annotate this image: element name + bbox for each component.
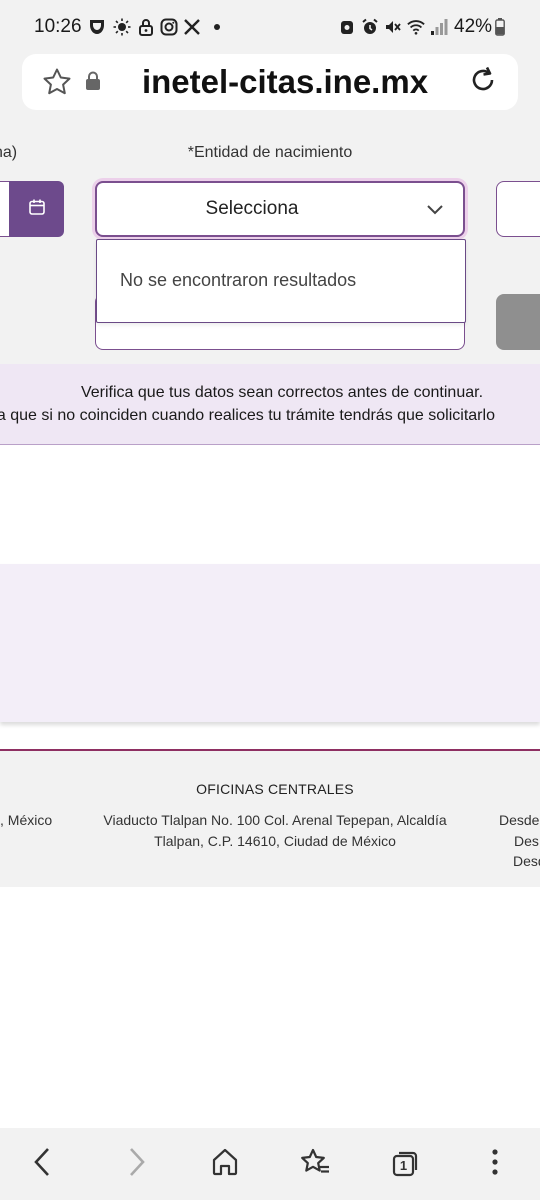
battery-icon (494, 18, 506, 36)
secure-lock-icon (84, 71, 102, 91)
status-time: 10:26 (34, 16, 82, 37)
select-value[interactable]: Selecciona (95, 181, 409, 237)
footer-title: OFICINAS CENTRALES (196, 781, 354, 797)
left-field-label: na) (0, 144, 18, 161)
back-arrow-icon (30, 1146, 56, 1183)
battery-percentage: 42% (454, 16, 493, 37)
right-button[interactable] (496, 294, 540, 350)
wifi-icon (407, 18, 425, 36)
info-card (0, 564, 540, 722)
bookmark-star-icon[interactable] (42, 67, 72, 97)
footer-right-line-2: Des (514, 833, 539, 849)
tab-count: 1 (399, 1158, 408, 1173)
url-text[interactable]: inetel-citas.ine.mx (110, 60, 460, 104)
dot-icon (208, 18, 226, 36)
right-input[interactable] (496, 181, 540, 237)
weather-icon (113, 18, 131, 36)
reload-icon[interactable] (467, 64, 499, 96)
calendar-icon (28, 198, 46, 221)
d-app-icon (88, 18, 106, 36)
notice-line-2: da que si no coinciden cuando realices t… (0, 407, 495, 424)
verification-notice (0, 364, 540, 445)
entidad-nacimiento-label: *Entidad de nacimiento (187, 144, 353, 161)
x-icon (183, 18, 201, 36)
footer-right-line-3: Desd (513, 853, 540, 869)
lock-icon (137, 18, 155, 36)
tabs-button[interactable]: 1 (381, 1140, 429, 1188)
notice-line-1: Verifica que tus datos sean correctos an… (80, 384, 484, 401)
white-card (0, 446, 540, 502)
tabs-icon: 1 (391, 1150, 419, 1178)
menu-button[interactable] (471, 1140, 519, 1188)
forward-button[interactable] (112, 1140, 160, 1188)
home-icon (210, 1147, 240, 1182)
bookmarks-button[interactable] (291, 1140, 339, 1188)
footer-right-line-1: Desde (499, 812, 540, 828)
forward-arrow-icon (123, 1146, 149, 1183)
spacer (0, 502, 540, 564)
no-results-message: No se encontraron resultados (120, 270, 357, 290)
vpn-icon (338, 18, 356, 36)
more-vertical-icon (491, 1148, 499, 1181)
back-button[interactable] (19, 1140, 67, 1188)
mute-icon (384, 18, 402, 36)
instagram-icon (160, 18, 178, 36)
bookmarks-star-icon (299, 1147, 331, 1182)
browser-bottom-nav (0, 1128, 540, 1200)
home-button[interactable] (201, 1140, 249, 1188)
signal-icon (430, 18, 448, 36)
footer-address-line-2: Tlalpan, C.P. 14610, Ciudad de México (154, 833, 396, 849)
calendar-button[interactable] (9, 181, 64, 237)
alarm-icon (361, 18, 379, 36)
footer-address-line-1: Viaducto Tlalpan No. 100 Col. Arenal Tep… (103, 812, 447, 828)
chevron-down-icon[interactable] (424, 199, 446, 221)
